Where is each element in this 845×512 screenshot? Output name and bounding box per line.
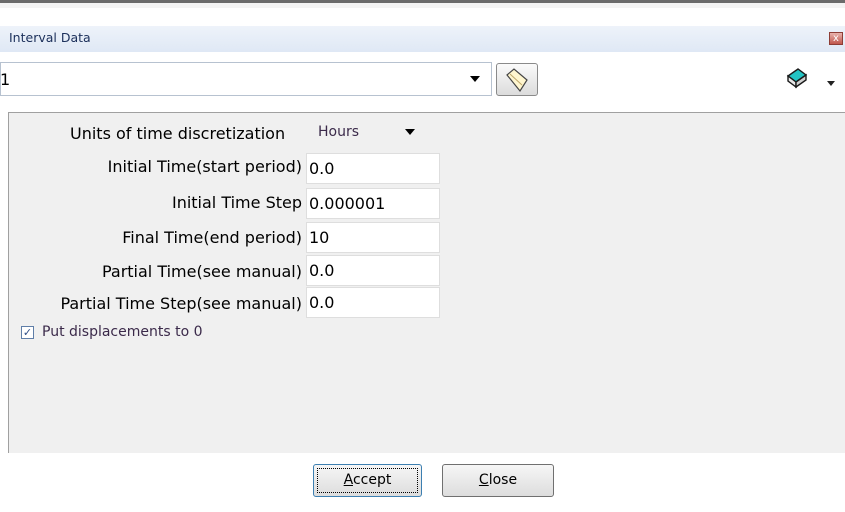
initial-time-step-input[interactable]: 0.000001 <box>306 188 440 219</box>
eraser-button[interactable] <box>784 66 810 92</box>
note-icon <box>506 68 528 93</box>
partial-time-step-label: Partial Time Step(see manual) <box>60 294 302 313</box>
close-window-button[interactable]: x <box>829 32 843 45</box>
title-bar <box>0 26 845 52</box>
put-displacements-checkbox[interactable]: ✓ <box>21 326 34 339</box>
partial-time-label: Partial Time(see manual) <box>101 262 302 281</box>
close-label-rest: lose <box>488 472 518 488</box>
close-mnemonic: C <box>478 472 489 488</box>
chevron-down-icon[interactable] <box>827 81 835 86</box>
focus-ring <box>317 468 418 493</box>
initial-time-step-label: Initial Time Step <box>171 193 302 212</box>
window-top-strip <box>0 3 845 8</box>
interval-selector-value: 1 <box>0 70 11 89</box>
interval-selector[interactable] <box>0 62 492 96</box>
chevron-down-icon[interactable] <box>470 76 480 82</box>
units-dropdown-value[interactable]: Hours <box>318 124 359 140</box>
dialog-footer <box>8 453 845 512</box>
final-time-label: Final Time(end period) <box>122 228 302 247</box>
put-displacements-label: Put displacements to 0 <box>42 324 203 340</box>
accept-button[interactable]: Accept <box>313 464 422 497</box>
partial-time-step-input[interactable]: 0.0 <box>306 287 440 318</box>
units-label: Units of time discretization <box>70 124 286 143</box>
note-button[interactable] <box>496 63 538 96</box>
close-button[interactable]: Close <box>442 464 554 497</box>
final-time-input[interactable]: 10 <box>306 222 440 253</box>
initial-time-label: Initial Time(start period) <box>107 157 302 176</box>
eraser-icon <box>786 68 808 89</box>
initial-time-input[interactable]: 0.0 <box>306 153 440 184</box>
window-title: Interval Data <box>9 30 91 45</box>
partial-time-input[interactable]: 0.0 <box>306 255 440 286</box>
chevron-down-icon[interactable] <box>405 129 415 135</box>
